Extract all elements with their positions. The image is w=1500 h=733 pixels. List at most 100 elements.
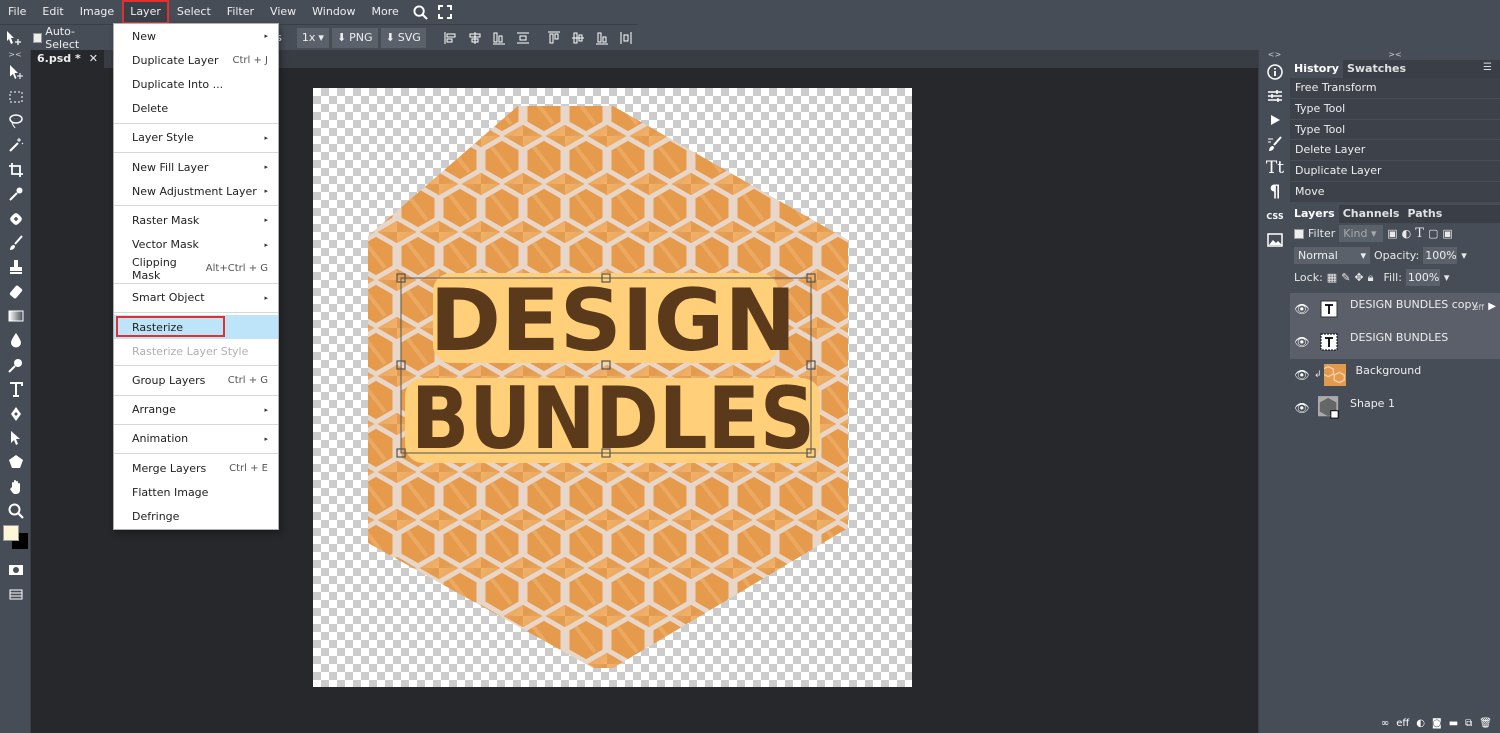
- menu-item-defringe[interactable]: Defringe: [114, 504, 278, 528]
- lock-paint-icon[interactable]: ✎: [1341, 271, 1350, 284]
- layer-mask-icon[interactable]: ◙: [1432, 718, 1442, 729]
- menu-item-layer-style[interactable]: Layer Style ▸: [114, 126, 278, 150]
- magic-wand-icon[interactable]: [0, 133, 31, 157]
- search-icon[interactable]: [411, 0, 431, 24]
- type-tool-icon[interactable]: [0, 377, 31, 401]
- move-tool-option-icon[interactable]: [0, 28, 28, 48]
- pen-tool-icon[interactable]: [0, 401, 31, 425]
- history-item[interactable]: Delete Layer: [1290, 140, 1500, 162]
- healing-brush-icon[interactable]: [0, 206, 31, 230]
- align-top-icon[interactable]: [542, 28, 566, 48]
- play-icon[interactable]: [1259, 108, 1291, 132]
- eyedropper-icon[interactable]: [0, 182, 31, 206]
- menu-item-group-layers[interactable]: Group Layers Ctrl + G: [114, 368, 278, 392]
- new-layer-icon[interactable]: ⧉: [1465, 718, 1472, 729]
- fullscreen-icon[interactable]: [435, 0, 455, 24]
- quick-mask-icon[interactable]: [0, 557, 31, 581]
- menu-window[interactable]: Window: [304, 0, 363, 24]
- align-bottom-icon[interactable]: [590, 28, 614, 48]
- menu-item-flatten-image[interactable]: Flatten Image: [114, 480, 278, 504]
- css-icon[interactable]: CSS: [1259, 204, 1291, 228]
- link-layers-icon[interactable]: ∞: [1381, 718, 1389, 729]
- collapse-toolbar-icon[interactable]: ><: [0, 50, 30, 60]
- kind-dropdown[interactable]: Kind ▾: [1339, 225, 1384, 243]
- filter-pixel-icon[interactable]: ▣: [1387, 227, 1397, 240]
- lock-position-icon[interactable]: ✥: [1354, 271, 1363, 284]
- move-tool-icon[interactable]: [0, 60, 31, 84]
- filter-type-icon[interactable]: T: [1415, 226, 1424, 241]
- tab-paths[interactable]: Paths: [1403, 205, 1446, 223]
- menu-item-duplicate-into[interactable]: Duplicate Into ...: [114, 72, 278, 96]
- blend-mode-dropdown[interactable]: Normal ▾: [1294, 247, 1370, 265]
- auto-select-checkbox[interactable]: Auto-Select: [28, 25, 108, 51]
- tab-history[interactable]: History: [1290, 60, 1343, 78]
- layer-effects-icon[interactable]: eff: [1396, 718, 1409, 729]
- eye-icon[interactable]: 👁︎: [1290, 401, 1314, 415]
- menu-item-new-adjustment-layer[interactable]: New Adjustment Layer ▸: [114, 179, 278, 203]
- menu-item-vector-mask[interactable]: Vector Mask ▸: [114, 233, 278, 257]
- align-middle-icon[interactable]: [566, 28, 590, 48]
- new-group-icon[interactable]: ▬: [1449, 718, 1458, 729]
- menu-item-raster-mask[interactable]: Raster Mask ▸: [114, 208, 278, 232]
- trash-icon[interactable]: 🗑︎: [1479, 718, 1492, 729]
- menu-layer[interactable]: Layer: [122, 0, 169, 24]
- tab-swatches[interactable]: Swatches: [1343, 60, 1410, 78]
- filter-adjustment-icon[interactable]: ◐: [1402, 227, 1412, 240]
- dodge-tool-icon[interactable]: [0, 353, 31, 377]
- eraser-tool-icon[interactable]: [0, 280, 31, 304]
- menu-item-rasterize[interactable]: Rasterize: [114, 315, 278, 340]
- menu-item-delete[interactable]: Delete: [114, 97, 278, 121]
- history-item[interactable]: Move: [1290, 181, 1500, 203]
- tab-channels[interactable]: Channels: [1339, 205, 1404, 223]
- menu-item-animation[interactable]: Animation ▸: [114, 427, 278, 451]
- layer-row[interactable]: 👁︎ DESIGN BUNDLES copy eff ▶: [1290, 292, 1500, 326]
- panel-menu-icon[interactable]: ☰: [1483, 62, 1492, 73]
- brush-tool-icon[interactable]: [0, 231, 31, 255]
- align-right-icon[interactable]: [487, 28, 511, 48]
- menu-more[interactable]: More: [364, 0, 407, 24]
- chevron-down-icon[interactable]: ▾: [1444, 271, 1450, 284]
- brush-settings-icon[interactable]: [1259, 132, 1291, 156]
- export-svg-button[interactable]: ⬇ SVG: [380, 27, 426, 48]
- eye-icon[interactable]: 👁︎: [1290, 302, 1314, 316]
- adjustments-icon[interactable]: [1259, 84, 1291, 108]
- menu-item-duplicate-layer[interactable]: Duplicate Layer Ctrl + J: [114, 48, 278, 72]
- opacity-input[interactable]: 100%: [1423, 247, 1458, 265]
- eye-icon[interactable]: 👁︎: [1290, 368, 1314, 382]
- blur-tool-icon[interactable]: [0, 328, 31, 352]
- history-item[interactable]: Type Tool: [1290, 119, 1500, 141]
- expand-effects-icon[interactable]: ▶: [1488, 301, 1496, 312]
- layer-row[interactable]: 👁︎ ↲ Background: [1290, 359, 1500, 392]
- path-select-icon[interactable]: [0, 426, 31, 450]
- lock-transparency-icon[interactable]: ▦: [1327, 271, 1337, 284]
- menu-item-new[interactable]: New ▸: [114, 24, 278, 48]
- distribute-icon[interactable]: [511, 28, 535, 48]
- menu-item-new-fill-layer[interactable]: New Fill Layer ▸: [114, 155, 278, 179]
- adjustment-layer-icon[interactable]: ◐: [1416, 718, 1425, 729]
- document-tab[interactable]: 6.psd * ✕: [31, 50, 104, 68]
- collapse-panels-icon[interactable]: ><: [1290, 50, 1500, 60]
- crop-tool-icon[interactable]: [0, 158, 31, 182]
- align-center-icon[interactable]: [463, 28, 487, 48]
- filter-checkbox[interactable]: [1294, 228, 1304, 239]
- expand-panels-icon[interactable]: <>: [1259, 50, 1290, 60]
- marquee-tool-icon[interactable]: [0, 84, 31, 108]
- chevron-down-icon[interactable]: ▾: [1461, 249, 1467, 262]
- layer-row[interactable]: 👁︎ Shape 1: [1290, 392, 1500, 425]
- layer-effects-badge[interactable]: eff: [1474, 303, 1484, 312]
- tab-layers[interactable]: Layers: [1290, 204, 1339, 223]
- menu-item-merge-layers[interactable]: Merge Layers Ctrl + E: [114, 456, 278, 480]
- filter-shape-icon[interactable]: ▢: [1428, 227, 1438, 240]
- history-item[interactable]: Type Tool: [1290, 98, 1500, 120]
- canvas[interactable]: DESIGN BUNDLES: [313, 88, 912, 687]
- export-png-button[interactable]: ⬇ PNG: [331, 27, 378, 48]
- menu-file[interactable]: File: [0, 0, 34, 24]
- filter-smart-icon[interactable]: ▣: [1442, 227, 1452, 240]
- history-item[interactable]: Duplicate Layer: [1290, 161, 1500, 182]
- clone-stamp-icon[interactable]: [0, 255, 31, 279]
- fill-input[interactable]: 100%: [1405, 269, 1440, 287]
- gradient-tool-icon[interactable]: [0, 304, 31, 328]
- menu-edit[interactable]: Edit: [34, 0, 71, 24]
- eye-icon[interactable]: 👁︎: [1290, 335, 1314, 349]
- menu-view[interactable]: View: [262, 0, 304, 24]
